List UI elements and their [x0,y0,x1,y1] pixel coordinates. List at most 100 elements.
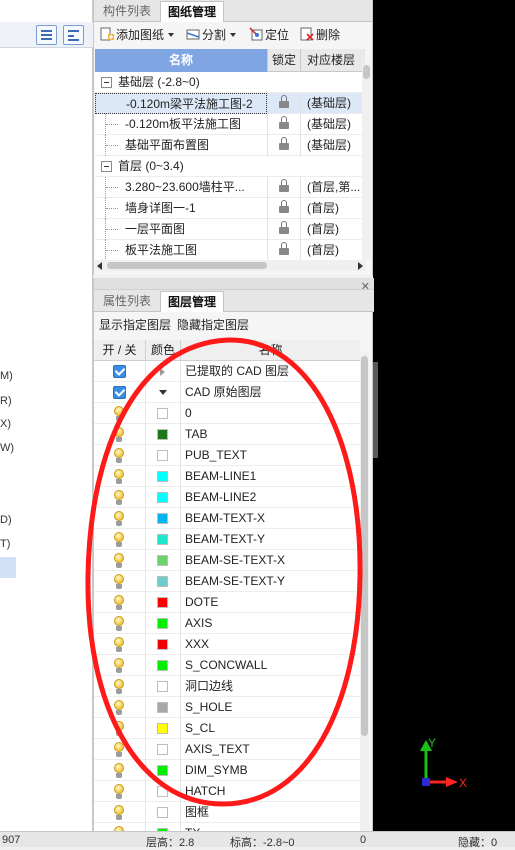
drawing-group-row[interactable]: 首层 (0~3.4) [95,156,365,177]
hide-layer-button[interactable]: 隐藏指定图层 [177,318,249,332]
drawing-row[interactable]: -0.120m板平法施工图 (基础层) [95,114,365,135]
color-swatch[interactable] [157,618,168,629]
left-item[interactable]: M) [0,370,13,382]
column-name[interactable]: 名称 [95,49,267,72]
tab-component-list[interactable]: 构件列表 [96,1,158,22]
lock-icon[interactable] [279,200,289,213]
column-on-off[interactable]: 开 / 关 [94,340,146,361]
color-swatch[interactable] [157,723,168,734]
layer-row[interactable]: BEAM-SE-TEXT-Y [94,571,360,592]
layer-row[interactable]: BEAM-LINE1 [94,466,360,487]
lightbulb-icon[interactable] [112,469,126,485]
layer-row[interactable]: 洞口边线 [94,676,360,697]
drawing-row[interactable]: 一层平面图 (首层) [95,219,365,240]
lock-icon[interactable] [279,242,289,255]
layer-row[interactable]: S_HOLE [94,697,360,718]
checkbox-icon[interactable] [113,386,126,399]
left-item[interactable]: D) [0,514,12,526]
layer-vscroll-thumb[interactable] [361,356,368,736]
lightbulb-icon[interactable] [112,574,126,590]
lightbulb-icon[interactable] [112,553,126,569]
layer-row[interactable]: HATCH [94,781,360,802]
layer-row[interactable]: TAB [94,424,360,445]
color-swatch[interactable] [157,429,168,440]
split-button[interactable]: 分割 [186,27,237,44]
lightbulb-icon[interactable] [112,490,126,506]
lock-cell[interactable] [267,114,300,135]
delete-button[interactable]: 删除 [300,27,340,44]
color-swatch[interactable] [157,681,168,692]
lock-cell[interactable] [267,240,300,260]
lock-icon[interactable] [279,221,289,234]
layer-row[interactable]: DIM_SYMB [94,760,360,781]
drawing-row[interactable]: 板平法施工图 (首层) [95,240,365,260]
lightbulb-icon[interactable] [112,595,126,611]
layer-row[interactable]: BEAM-TEXT-Y [94,529,360,550]
left-item[interactable]: W) [0,442,14,454]
lock-icon[interactable] [279,179,289,192]
left-item[interactable]: T) [0,538,10,550]
lightbulb-icon[interactable] [112,679,126,695]
lightbulb-icon[interactable] [112,763,126,779]
lightbulb-icon[interactable] [112,721,126,737]
collapse-icon[interactable] [101,161,112,172]
drawing-vscroll[interactable] [362,63,371,260]
lightbulb-icon[interactable] [112,805,126,821]
layer-row[interactable]: TX [94,823,360,831]
left-item[interactable]: R) [0,395,12,407]
layer-row[interactable]: 图框 [94,802,360,823]
lightbulb-icon[interactable] [112,658,126,674]
layer-row[interactable]: BEAM-SE-TEXT-X [94,550,360,571]
show-layer-button[interactable]: 显示指定图层 [99,318,171,332]
color-swatch[interactable] [157,765,168,776]
lightbulb-icon[interactable] [112,742,126,758]
lock-cell[interactable] [267,135,300,156]
color-swatch[interactable] [157,597,168,608]
collapsed-arrow-icon[interactable] [160,368,165,376]
locate-button[interactable]: 定位 [249,27,289,44]
checkbox-icon[interactable] [113,365,126,378]
color-swatch[interactable] [157,408,168,419]
grid-view-icon[interactable] [63,25,84,45]
column-color[interactable]: 颜色 [146,340,181,361]
collapse-icon[interactable] [101,77,112,88]
lightbulb-icon[interactable] [112,532,126,548]
column-layer-name[interactable]: 名称 [181,340,360,361]
lock-icon[interactable] [279,95,289,108]
layer-group-row[interactable]: 已提取的 CAD 图层 [94,361,360,382]
layer-row[interactable]: S_CONCWALL [94,655,360,676]
color-swatch[interactable] [157,702,168,713]
layer-row[interactable]: AXIS [94,613,360,634]
color-swatch[interactable] [157,555,168,566]
drawing-hscroll[interactable] [95,260,365,271]
tab-drawing-management[interactable]: 图纸管理 [160,1,225,22]
layer-row[interactable]: 0 [94,403,360,424]
lock-cell[interactable] [267,177,300,198]
cad-canvas[interactable] [373,0,515,831]
layer-row[interactable]: BEAM-LINE2 [94,487,360,508]
layer-row[interactable]: DOTE [94,592,360,613]
color-swatch[interactable] [157,492,168,503]
column-floor[interactable]: 对应楼层 [300,49,365,72]
hscroll-thumb[interactable] [107,262,267,269]
lock-icon[interactable] [279,137,289,150]
layer-vscroll[interactable] [360,352,369,831]
color-swatch[interactable] [157,786,168,797]
lightbulb-icon[interactable] [112,700,126,716]
lightbulb-icon[interactable] [112,427,126,443]
color-swatch[interactable] [157,660,168,671]
lightbulb-icon[interactable] [112,637,126,653]
lightbulb-icon[interactable] [112,448,126,464]
lock-cell[interactable] [267,219,300,240]
lock-cell[interactable] [267,198,300,219]
layer-row[interactable]: S_CL [94,718,360,739]
column-lock[interactable]: 锁定 [267,49,300,72]
lightbulb-icon[interactable] [112,406,126,422]
drawing-group-row[interactable]: 基础层 (-2.8~0) [95,72,365,93]
drawing-row[interactable]: 3.280~23.600墙柱平... (首层,第... [95,177,365,198]
tab-layer-management[interactable]: 图层管理 [160,291,225,312]
layer-row[interactable]: PUB_TEXT [94,445,360,466]
color-swatch[interactable] [157,450,168,461]
panel-splitter[interactable] [373,362,378,458]
arrow-right-icon[interactable] [358,262,363,270]
